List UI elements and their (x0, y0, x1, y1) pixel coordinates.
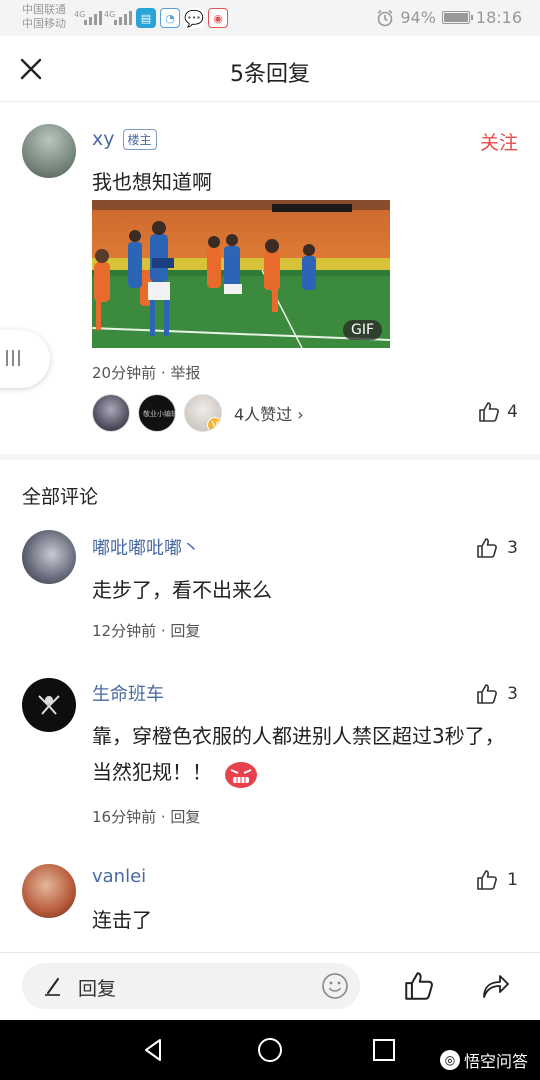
post-meta[interactable]: 20分钟前 · 举报 (92, 362, 200, 383)
likers-row[interactable]: 敬业小编辑 V 4人赞过 › (92, 394, 304, 432)
main-post: xy 楼主 关注 我也想知道啊 GIF 20分钟前 · 举报 敬业小编辑 V 4… (0, 102, 540, 454)
comment-username[interactable]: vanlei (92, 866, 146, 887)
status-bar: 中国联通 中国移动 4G 4G ▤ ◔ 💬 ◉ 94% 18:16 (0, 0, 540, 36)
like-count: 3 (507, 538, 518, 558)
header: 5条回复 (0, 36, 540, 102)
angry-emoji-icon (225, 761, 258, 788)
signal-icon-2 (114, 9, 132, 25)
liker-avatar-text: 敬业小编辑 (143, 410, 176, 418)
comment-meta[interactable]: 12分钟前 · 回复 (92, 620, 200, 641)
follow-button[interactable]: 关注 (480, 128, 518, 155)
reply-placeholder: 回复 (78, 978, 117, 1000)
post-like-button[interactable]: 4 (477, 400, 518, 424)
battery-percent: 94% (400, 8, 436, 27)
like-count: 3 (507, 684, 518, 704)
qq-app-icon: ◔ (160, 8, 180, 28)
liker-avatar: V (184, 394, 222, 432)
notification-icons: ▤ ◔ 💬 ◉ (136, 8, 228, 28)
thumbs-up-icon (477, 870, 498, 890)
comment-meta[interactable]: 16分钟前 · 回复 (92, 806, 200, 827)
comment-text-content: 靠，穿橙色衣服的人都进别人禁区超过3秒了，当然犯规！！ (92, 724, 505, 784)
bottom-bar: 回复 (0, 952, 540, 1020)
message-icon: 💬 (184, 8, 204, 28)
status-right: 94% 18:16 (376, 8, 522, 27)
comment-like-button[interactable]: 3 (475, 682, 518, 706)
comment-like-button[interactable]: 1 (475, 868, 518, 892)
likers-count: 4人赞过 › (234, 405, 304, 424)
like-button[interactable] (402, 969, 436, 1007)
comment-username[interactable]: 生命班车 (92, 680, 164, 706)
thumbs-up-icon (477, 684, 498, 704)
liker-avatar (92, 394, 130, 432)
thumbs-up-icon (477, 538, 498, 558)
comment-text: 靠，穿橙色衣服的人都进别人禁区超过3秒了，当然犯规！！ (92, 718, 516, 790)
comment-username[interactable]: 嘟吡嘟吡嘟丶 (92, 534, 200, 560)
share-icon (483, 975, 509, 998)
location-app-icon: ◉ (208, 8, 228, 28)
pen-icon (45, 978, 60, 996)
alarm-icon (377, 9, 393, 26)
avatar[interactable] (22, 530, 76, 584)
thumbs-up-icon (479, 402, 500, 422)
signal-icon (84, 9, 102, 25)
gif-badge: GIF (342, 320, 382, 340)
emoji-icon[interactable] (320, 971, 350, 1001)
verified-icon: V (207, 417, 221, 431)
like-count: 4 (507, 402, 518, 422)
nav-back-button[interactable] (140, 1036, 168, 1068)
mask-icon (38, 695, 60, 715)
page-title: 5条回复 (230, 62, 310, 87)
nav-home-button[interactable] (256, 1036, 284, 1068)
carrier-2: 中国移动 (22, 17, 66, 30)
gif-image[interactable]: GIF (92, 200, 390, 348)
section-divider (0, 454, 540, 460)
clock: 18:16 (475, 8, 522, 27)
book-app-icon: ▤ (136, 8, 156, 28)
thumbs-up-icon (405, 972, 433, 1000)
post-author: xy 楼主 (92, 128, 157, 150)
wukong-logo-icon: ◎ (439, 1050, 460, 1070)
owner-badge: 楼主 (122, 128, 157, 150)
nav-recent-button[interactable] (372, 1038, 396, 1066)
avatar[interactable] (22, 864, 76, 918)
section-title: 全部评论 (22, 486, 99, 508)
watermark: ◎ 悟空问答 (439, 1048, 528, 1072)
comment-text: 连击了 (92, 908, 152, 932)
battery-icon (441, 11, 473, 24)
back-triangle-icon (145, 1039, 161, 1061)
recent-square-icon (373, 1039, 395, 1061)
avatar[interactable] (22, 124, 76, 178)
username[interactable]: xy (92, 128, 115, 150)
carrier-labels: 中国联通 中国移动 (22, 3, 66, 31)
post-text: 我也想知道啊 (92, 170, 212, 194)
like-count: 1 (507, 870, 518, 890)
share-button[interactable] (478, 969, 512, 1007)
liker-avatar: 敬业小编辑 (138, 394, 176, 432)
system-nav-bar: ◎ 悟空问答 (0, 1020, 540, 1080)
carrier-1: 中国联通 (22, 3, 66, 16)
comment-like-button[interactable]: 3 (475, 536, 518, 560)
avatar[interactable] (22, 678, 76, 732)
handle-lines-icon (6, 350, 20, 366)
comment-text: 走步了，看不出来么 (92, 578, 272, 602)
home-circle-icon (258, 1038, 282, 1062)
watermark-text: 悟空问答 (463, 1052, 528, 1071)
reply-input[interactable]: 回复 (22, 963, 360, 1009)
